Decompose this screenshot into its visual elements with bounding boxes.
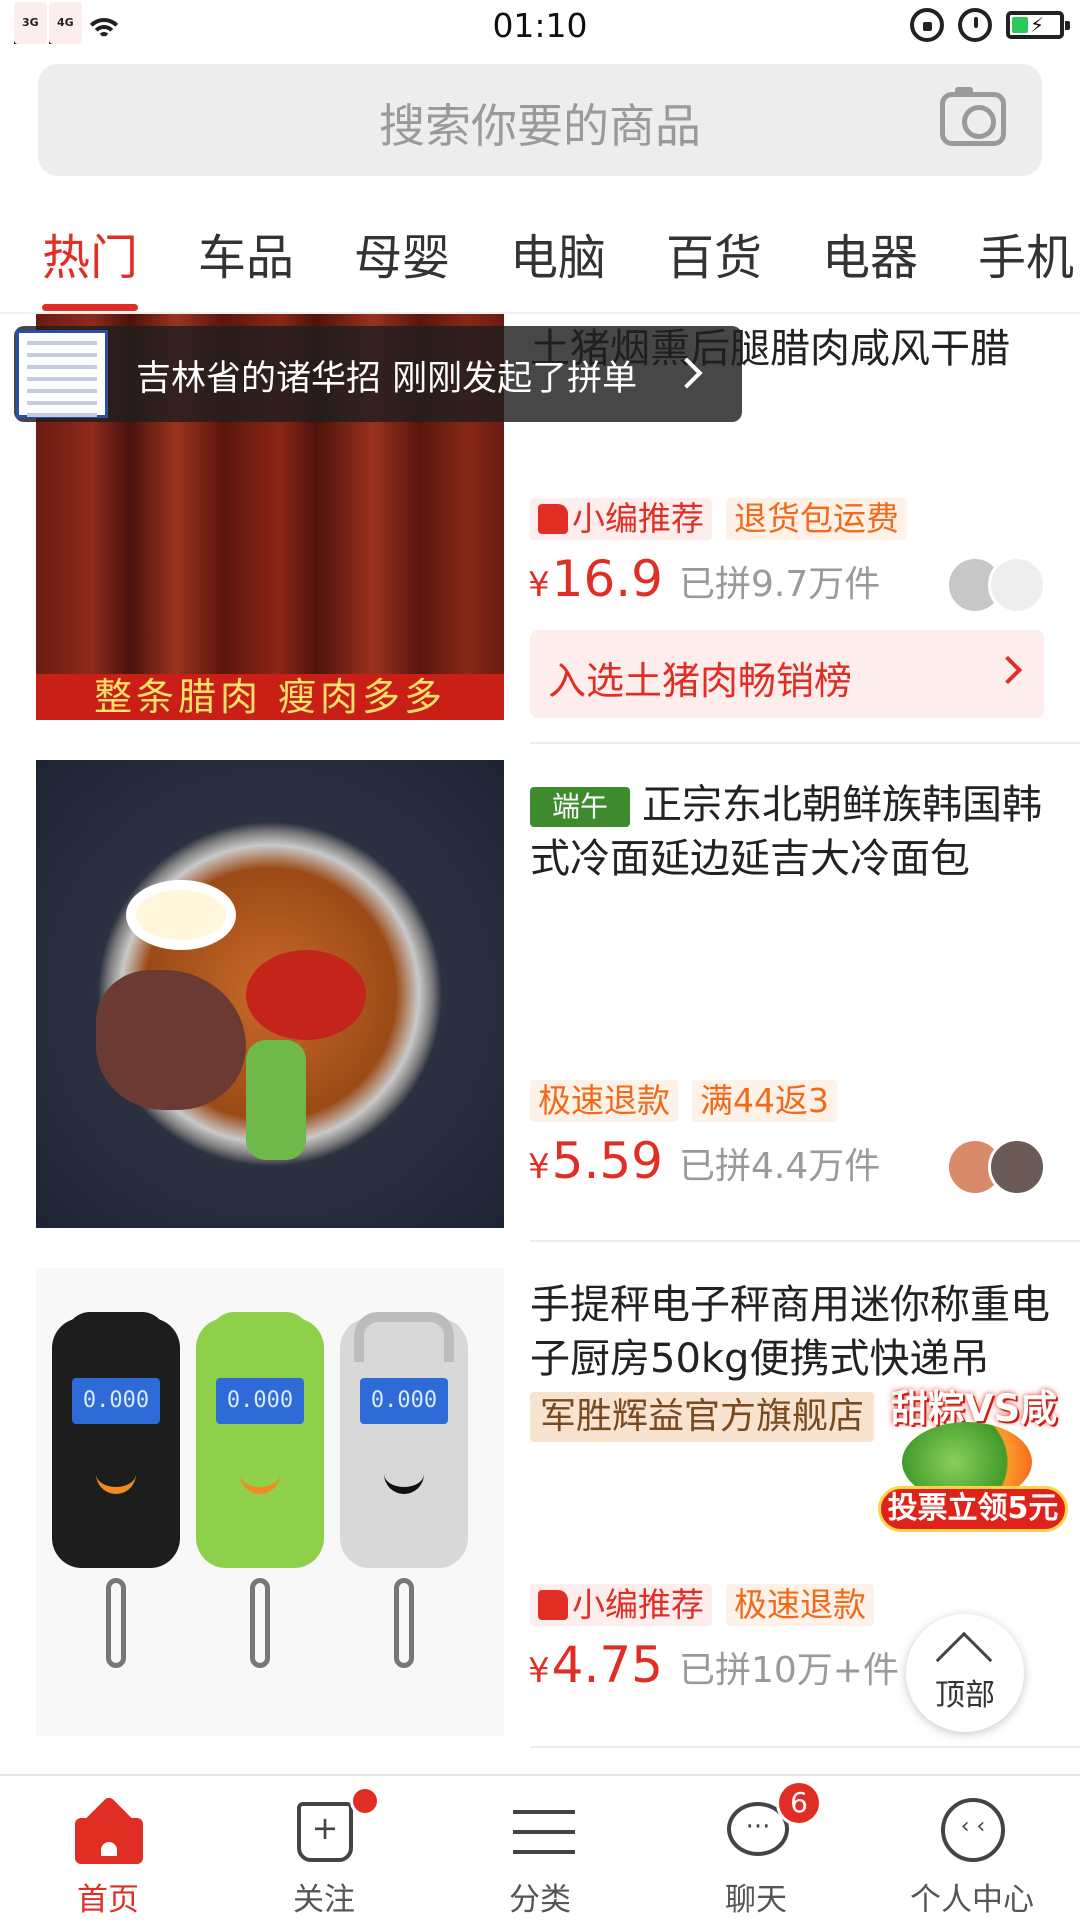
tag-editor-pick: 小编推荐 (530, 498, 712, 540)
status-bar: 3G 4G 01:10 ⚡ (0, 0, 1080, 56)
sold-count: 已拼10万+件 (678, 1650, 899, 1691)
back-to-top-label: 顶部 (935, 1678, 995, 1713)
nav-home[interactable]: 首页 (0, 1776, 216, 1920)
tag-label: 小编推荐 (572, 1585, 704, 1624)
nav-label: 关注 (293, 1882, 355, 1918)
tab-hot[interactable]: 热门 (42, 218, 138, 288)
product-image[interactable]: 0.000 0.000 0.000 (36, 1268, 504, 1736)
nav-label: 个人中心 (910, 1882, 1034, 1918)
nav-chat[interactable]: 6 聊天 (648, 1776, 864, 1920)
promo-sticker[interactable]: 甜粽VS咸粽 投票立领5元 (872, 1378, 1076, 1538)
unread-badge: 6 (776, 1780, 822, 1826)
divider (530, 1746, 1080, 1748)
divider (530, 742, 1080, 744)
bottom-nav: 首页 关注 分类 6 聊天 个人中心 (0, 1774, 1080, 1920)
store-badge[interactable]: 军胜辉益官方旗舰店 (530, 1392, 875, 1442)
follow-icon (297, 1802, 353, 1862)
nav-label: 首页 (77, 1882, 139, 1918)
tag-fast-refund: 极速退款 (726, 1584, 874, 1626)
tab-appliance[interactable]: 电器 (822, 218, 918, 288)
tab-computer[interactable]: 电脑 (510, 218, 606, 288)
nav-label: 分类 (509, 1882, 571, 1918)
category-icon (507, 1804, 575, 1860)
product-list[interactable]: 整条腊肉 瘦肉多多 土猪烟熏后腿腊肉咸风干腊 小编推荐 退货包运费 ¥ 16.9… (0, 314, 1080, 1772)
back-to-top-button[interactable]: 顶部 (906, 1614, 1024, 1732)
notification-dot (350, 1786, 380, 1816)
promo-button[interactable]: 投票立领5元 (878, 1486, 1068, 1532)
product-card[interactable]: 端午 正宗东北朝鲜族韩国韩式冷面延边延吉大冷面包 极速退款 满44返3 ¥ 5.5… (0, 760, 1080, 1266)
tab-phone[interactable]: 手机 (978, 218, 1074, 288)
sold-count: 已拼9.7万件 (678, 564, 881, 605)
tab-goods[interactable]: 百货 (666, 218, 762, 288)
tab-baby[interactable]: 母婴 (354, 218, 450, 288)
thumbs-up-icon (538, 504, 568, 534)
product-image[interactable] (36, 760, 504, 1228)
currency-symbol: ¥ (528, 565, 550, 605)
product-title[interactable]: 手提秤电子秤商用迷你称重电子厨房50kg便携式快递吊 (530, 1278, 1050, 1386)
profile-icon (941, 1798, 1005, 1862)
currency-symbol: ¥ (528, 1147, 550, 1187)
currency-symbol: ¥ (528, 1651, 550, 1691)
sold-count: 已拼4.4万件 (678, 1146, 881, 1187)
scale-screen-text: 0.000 (216, 1378, 304, 1424)
divider (530, 1240, 1080, 1242)
search-input[interactable]: 搜索你要的商品 (38, 64, 1042, 176)
nav-label: 聊天 (725, 1882, 787, 1918)
search-placeholder: 搜索你要的商品 (379, 99, 701, 153)
tab-active-indicator (42, 304, 138, 311)
tab-car[interactable]: 车品 (198, 218, 294, 288)
toast-thumbnail (16, 330, 108, 418)
toast-text: 吉林省的诸华招 刚刚发起了拼单 (136, 359, 638, 399)
tag-rebate: 满44返3 (692, 1080, 837, 1122)
price: 4.75 (551, 1636, 663, 1694)
camera-icon[interactable] (940, 87, 1006, 146)
rotation-lock-icon (910, 8, 944, 42)
avatar (988, 1138, 1046, 1196)
chevron-right-icon (993, 655, 1023, 685)
thumbs-up-icon (538, 1590, 568, 1620)
alarm-icon (958, 8, 992, 42)
rank-banner[interactable]: 入选土猪肉畅销榜 (530, 630, 1044, 718)
avatar (988, 556, 1046, 614)
festival-badge: 端午 (530, 787, 630, 827)
image-banner: 整条腊肉 瘦肉多多 (36, 674, 504, 720)
product-title[interactable]: 端午 正宗东北朝鲜族韩国韩式冷面延边延吉大冷面包 (530, 778, 1050, 886)
nav-follow[interactable]: 关注 (216, 1776, 432, 1920)
scale-screen-text: 0.000 (72, 1378, 160, 1424)
nav-category[interactable]: 分类 (432, 1776, 648, 1920)
battery-icon: ⚡ (1006, 11, 1070, 39)
nav-profile[interactable]: 个人中心 (864, 1776, 1080, 1920)
rank-label: 入选土猪肉畅销榜 (548, 659, 853, 703)
scale-screen-text: 0.000 (360, 1378, 448, 1424)
tag-editor-pick: 小编推荐 (530, 1584, 712, 1626)
group-buy-toast[interactable]: 吉林省的诸华招 刚刚发起了拼单 (14, 326, 742, 422)
chevron-right-icon (671, 357, 703, 389)
tag-free-return: 退货包运费 (726, 498, 907, 540)
tag-label: 小编推荐 (572, 499, 704, 538)
price: 5.59 (551, 1132, 663, 1190)
price: 16.9 (551, 550, 663, 608)
tag-fast-refund: 极速退款 (530, 1080, 678, 1122)
home-icon (75, 1818, 143, 1864)
